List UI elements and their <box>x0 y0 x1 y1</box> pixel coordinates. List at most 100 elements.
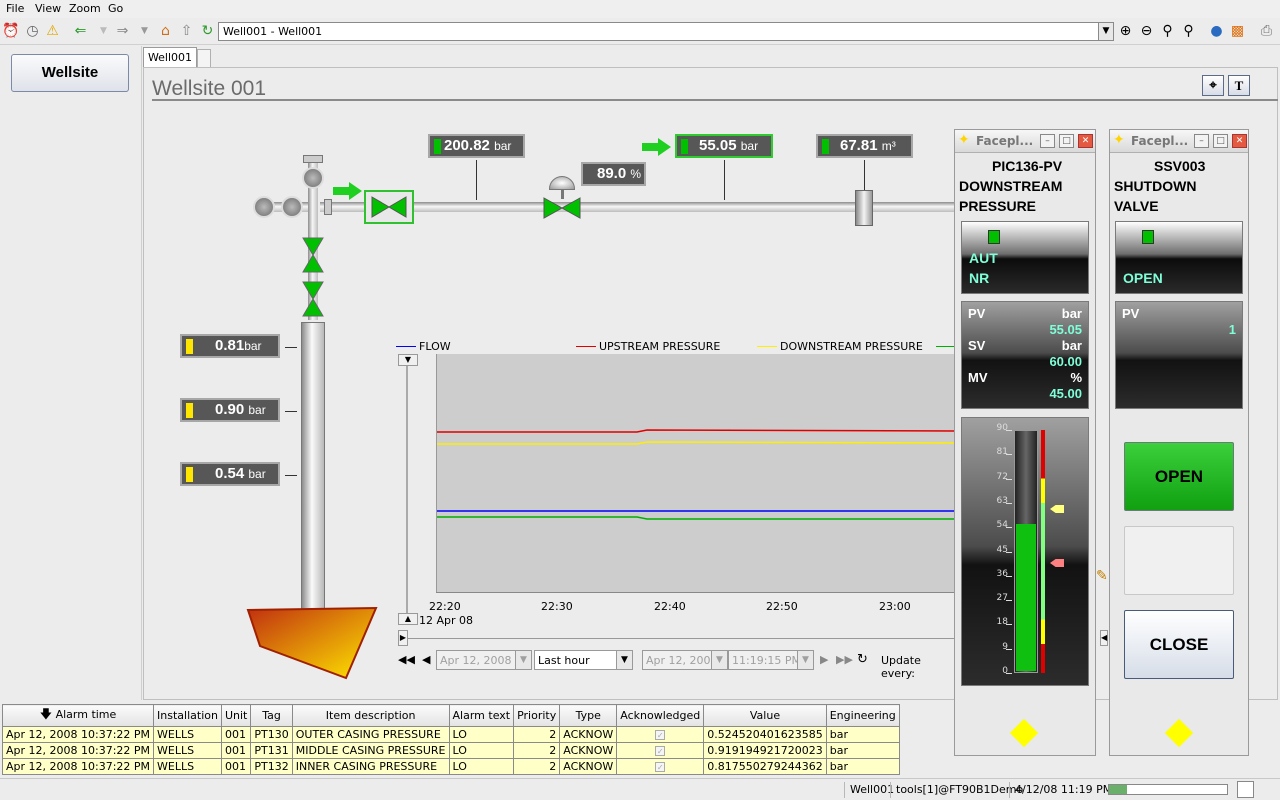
zoom-reset-icon[interactable]: ⚲ <box>1180 23 1197 40</box>
menu-view[interactable]: View <box>35 2 61 15</box>
wellsite-button[interactable]: Wellsite <box>11 54 129 92</box>
minimize-icon[interactable]: – <box>1194 134 1209 148</box>
print-icon[interactable]: ⎙ <box>1258 23 1275 40</box>
state-panel[interactable]: OPEN <box>1115 221 1243 294</box>
acknowledged-checkbox[interactable]: ✓ <box>655 762 666 772</box>
text-toggle-button[interactable]: T <box>1228 75 1250 96</box>
upper-master-valve[interactable] <box>301 236 325 274</box>
acknowledged-checkbox[interactable]: ✓ <box>655 746 666 756</box>
blank-button[interactable] <box>1124 526 1234 595</box>
trend-plot-area[interactable] <box>436 354 958 592</box>
alarm-clock-icon[interactable]: ⏰ <box>2 23 19 40</box>
time-range-select[interactable]: Last hour ▼ <box>534 650 633 670</box>
readout-unit: bar <box>244 339 262 353</box>
window-toggle-button[interactable] <box>1237 781 1254 798</box>
column-header-tag[interactable]: Tag <box>250 704 293 727</box>
end-date-picker[interactable]: Apr 12, 2008 ▼ <box>642 650 728 670</box>
zoom-fit-icon[interactable]: ⚲ <box>1159 23 1176 40</box>
chevron-down-icon[interactable]: ▼ <box>616 651 632 669</box>
zoom-in-icon[interactable]: ⊕ <box>1117 23 1134 40</box>
previous-page-icon[interactable]: ◀ <box>422 653 430 666</box>
downstream-pressure-readout[interactable]: 55.05 bar <box>675 134 773 158</box>
column-header-alarm-text[interactable]: Alarm text <box>448 704 515 727</box>
column-header-type[interactable]: Type <box>559 704 618 727</box>
update-every-label: Update every: <box>881 654 921 680</box>
trend-hscroll-right-button[interactable]: ◀ <box>1100 630 1108 646</box>
table-row[interactable]: Apr 12, 2008 10:37:22 PM WELLS 001 PT132… <box>1 758 900 775</box>
acknowledged-checkbox[interactable]: ✓ <box>655 730 666 740</box>
chevron-down-icon[interactable]: ▼ <box>711 651 727 669</box>
chevron-down-icon[interactable]: ▼ <box>797 651 813 669</box>
chevron-down-icon[interactable]: ▼ <box>515 651 531 669</box>
refresh-icon[interactable]: ↻ <box>199 23 216 40</box>
column-header-value[interactable]: Value <box>703 704 827 727</box>
tab-well001[interactable]: Well001 <box>143 47 197 67</box>
close-button[interactable]: CLOSE <box>1124 610 1234 679</box>
close-icon[interactable]: ✕ <box>1078 134 1093 148</box>
inner-casing-pressure-readout[interactable]: 0.54 bar <box>180 462 280 486</box>
scale-tick-label: 90 <box>996 423 1008 433</box>
maximize-icon[interactable]: □ <box>1059 134 1074 148</box>
column-header-engineering[interactable]: Engineering <box>825 704 900 727</box>
auto-refresh-icon[interactable]: ↻ <box>857 652 868 667</box>
table-row[interactable]: Apr 12, 2008 10:37:22 PM WELLS 001 PT131… <box>1 742 900 759</box>
history-clock-icon[interactable]: ◷ <box>24 23 41 40</box>
column-header-installation[interactable]: Installation <box>153 704 222 727</box>
menu-zoom[interactable]: Zoom <box>69 2 101 15</box>
pencil-icon[interactable]: ✎ <box>1096 568 1108 584</box>
alarm-diamond-icon[interactable] <box>1009 718 1039 748</box>
up-arrow-icon[interactable]: ⇧ <box>178 23 195 40</box>
menu-go[interactable]: Go <box>108 2 123 15</box>
column-header-item-description[interactable]: Item description <box>291 704 450 727</box>
flow-total-readout[interactable]: 67.81 m³ <box>816 134 913 158</box>
lower-master-valve[interactable] <box>301 280 325 318</box>
trend-vscroll-track[interactable] <box>406 366 408 614</box>
outer-casing-pressure-readout[interactable]: 0.81bar <box>180 334 280 358</box>
middle-casing-pressure-readout[interactable]: 0.90 bar <box>180 398 280 422</box>
pic136-control-valve[interactable] <box>540 195 584 221</box>
trend-hscroll-track[interactable] <box>408 638 956 639</box>
tab-blank[interactable] <box>197 49 211 67</box>
minimize-icon[interactable]: – <box>1040 134 1055 148</box>
home-icon[interactable]: ⌂ <box>157 23 174 40</box>
first-page-icon[interactable]: ◀◀ <box>398 653 415 666</box>
trend-chart-icon[interactable]: ▩ <box>1229 23 1246 40</box>
forward-arrow-icon[interactable]: ⇒ <box>114 23 131 40</box>
bargraph-panel[interactable]: 90 81 72 63 54 45 36 27 18 9 0 <box>961 417 1089 686</box>
trend-hscroll-button[interactable]: ▶ <box>398 630 408 646</box>
back-dropdown-icon[interactable]: ▼ <box>95 23 112 40</box>
column-header-alarm-time[interactable]: 🡇 Alarm time <box>1 704 155 727</box>
trend-scroll-down-button[interactable]: ▲ <box>398 613 418 625</box>
zoom-out-icon[interactable]: ⊖ <box>1138 23 1155 40</box>
cell-acknowledged: ✓ <box>616 742 705 759</box>
start-date-picker[interactable]: Apr 12, 2008 ▼ <box>436 650 532 670</box>
column-header-unit[interactable]: Unit <box>220 704 252 727</box>
trend-scroll-up-button[interactable]: ▼ <box>398 354 418 366</box>
values-panel[interactable]: PV bar 55.05 SV bar 60.00 MV % 45.00 <box>961 301 1089 409</box>
mode-panel[interactable]: AUT NR <box>961 221 1089 294</box>
address-dropdown-icon[interactable]: ▼ <box>1098 23 1113 40</box>
pin-button[interactable]: ⌖ <box>1202 75 1224 96</box>
valve-position-readout[interactable]: 89.0 % <box>581 162 646 186</box>
warning-icon[interactable]: ⚠ <box>44 23 61 40</box>
last-page-icon[interactable]: ▶▶ <box>836 653 853 666</box>
table-row[interactable]: Apr 12, 2008 10:37:22 PM WELLS 001 PT130… <box>1 726 900 743</box>
column-header-acknowledged[interactable]: Acknowledged <box>616 704 705 727</box>
forward-dropdown-icon[interactable]: ▼ <box>136 23 153 40</box>
display-address-field[interactable]: Well001 - Well001 ▼ <box>218 22 1114 41</box>
globe-icon[interactable]: ● <box>1208 23 1225 40</box>
menu-file[interactable]: File <box>6 2 24 15</box>
maximize-icon[interactable]: □ <box>1213 134 1228 148</box>
ssv003-shutdown-valve[interactable] <box>364 190 414 224</box>
close-icon[interactable]: ✕ <box>1232 134 1247 148</box>
end-time-picker[interactable]: 11:19:15 PM ▼ <box>728 650 814 670</box>
readout-unit: bar <box>740 139 759 153</box>
values-panel[interactable]: PV 1 <box>1115 301 1243 409</box>
back-arrow-icon[interactable]: ⇐ <box>72 23 89 40</box>
next-page-icon[interactable]: ▶ <box>820 653 828 666</box>
alarm-diamond-icon[interactable] <box>1164 718 1194 748</box>
status-indicator <box>822 139 829 154</box>
open-button[interactable]: OPEN <box>1124 442 1234 511</box>
upstream-pressure-readout[interactable]: 200.82 bar <box>428 134 525 158</box>
column-header-priority[interactable]: Priority <box>513 704 561 727</box>
